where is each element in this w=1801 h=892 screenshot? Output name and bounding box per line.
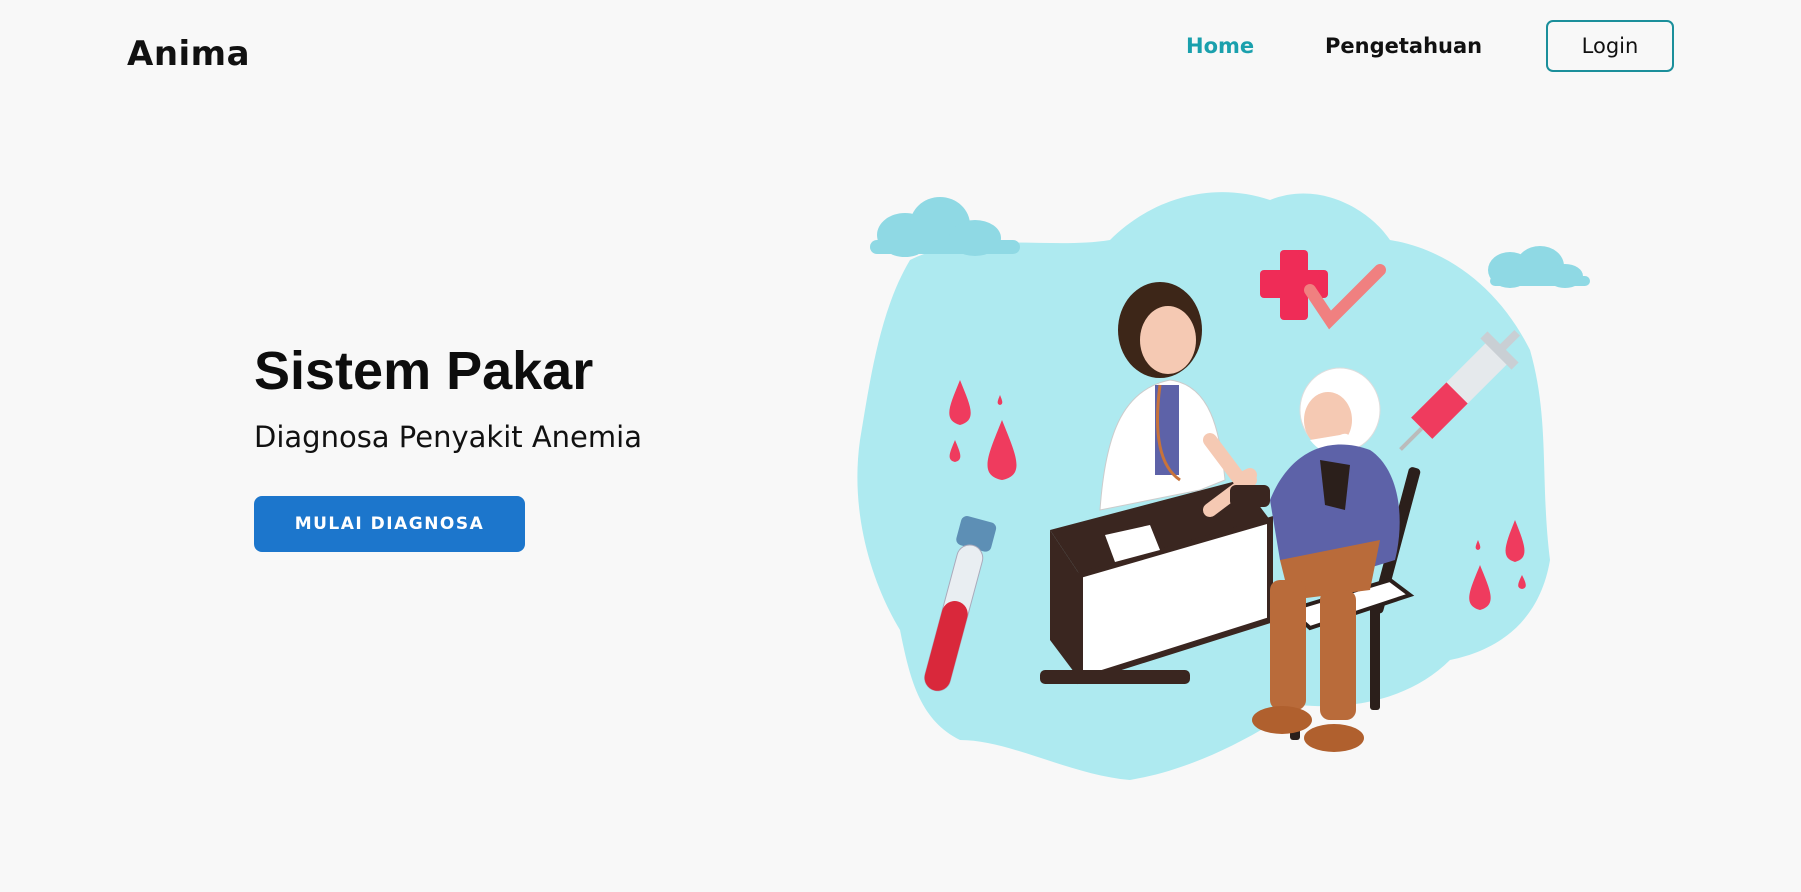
nav-link-home[interactable]: Home (1186, 34, 1254, 58)
login-button[interactable]: Login (1546, 20, 1674, 72)
cloud-icon (870, 197, 1020, 257)
hero-subtitle: Diagnosa Penyakit Anemia (254, 420, 642, 454)
nav-link-pengetahuan[interactable]: Pengetahuan (1325, 34, 1482, 58)
hero-title: Sistem Pakar (254, 341, 594, 401)
top-navigation: Home Pengetahuan Login (0, 20, 1801, 74)
hero-illustration (857, 192, 1590, 780)
start-diagnosis-button[interactable]: MULAI DIAGNOSA (254, 496, 525, 552)
cloud-icon (1488, 246, 1590, 288)
